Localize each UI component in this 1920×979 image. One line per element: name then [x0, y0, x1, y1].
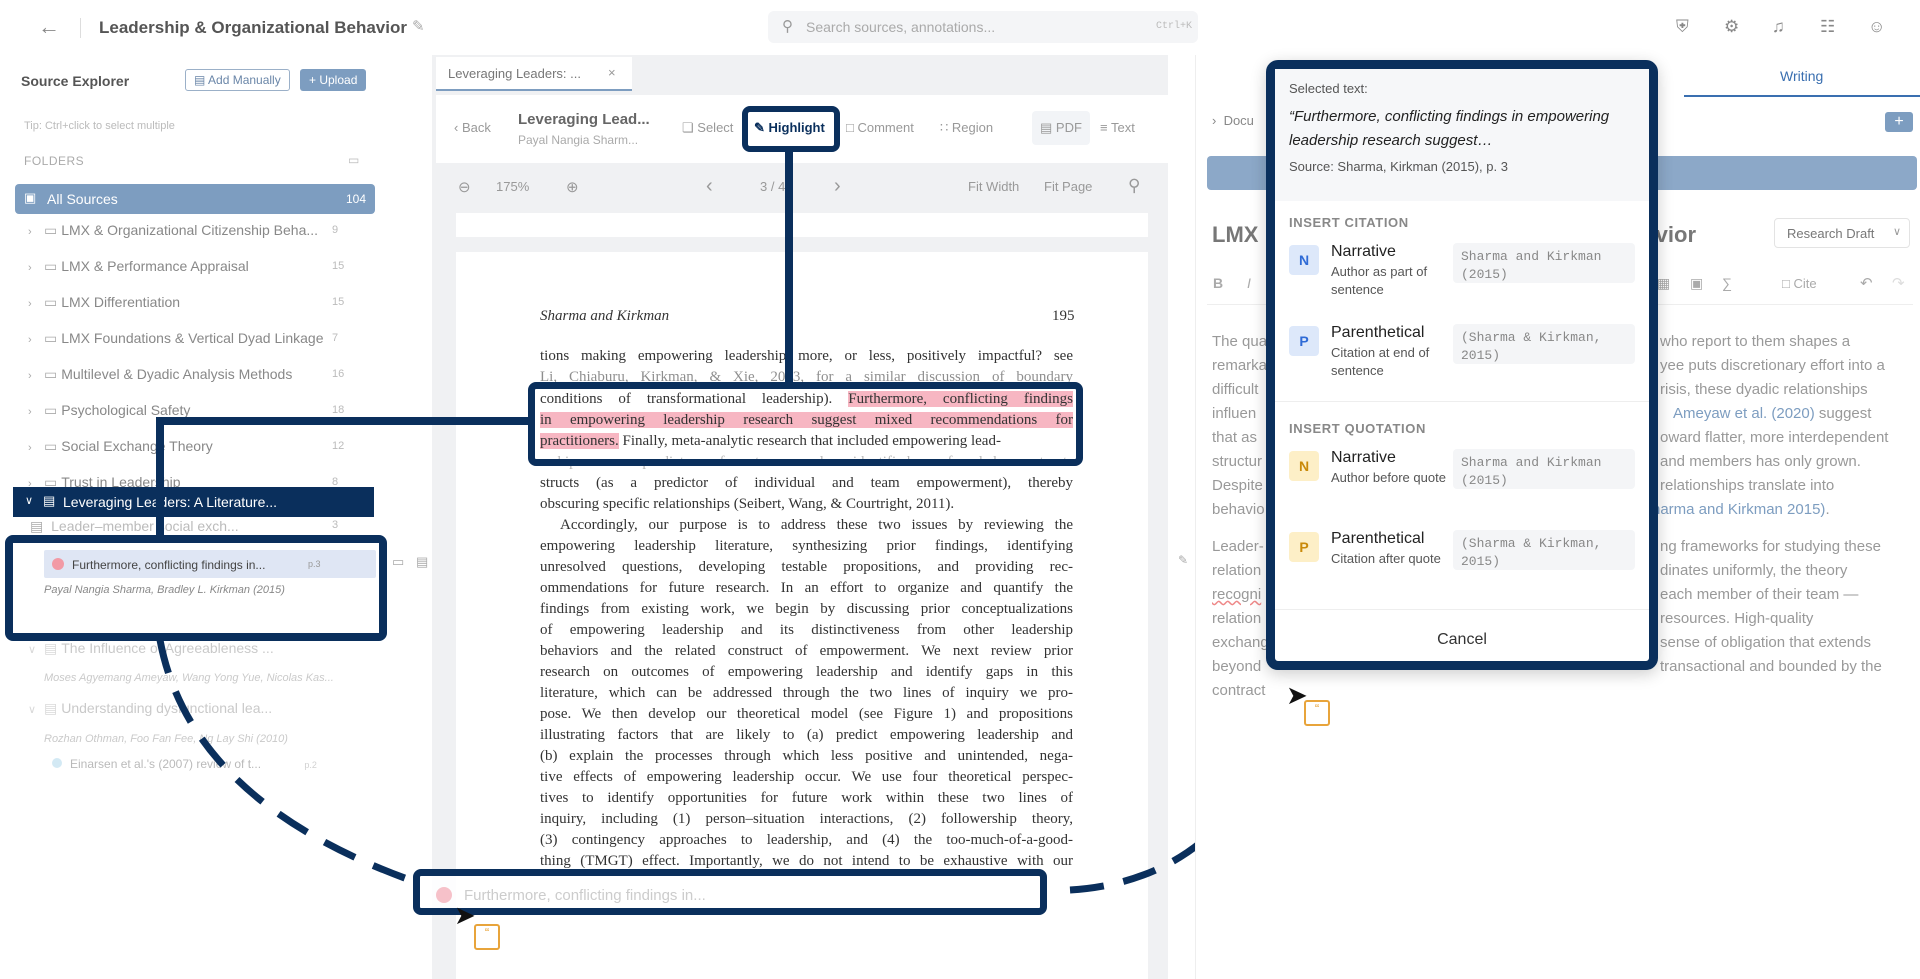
quote-drop-icon: “ — [1304, 700, 1330, 726]
cite-label: Cite — [1793, 276, 1817, 291]
sigma-icon[interactable]: ∑ — [1722, 275, 1732, 291]
editor-text-start[interactable]: structur — [1212, 450, 1262, 474]
citation-option-narrative[interactable]: N Narrative Author as part of sentence Shar… — [1275, 235, 1649, 309]
text-span: . — [1825, 501, 1830, 518]
editor-text-end[interactable]: and members has only grown. — [1660, 450, 1861, 474]
draft-status-value: Research Draft — [1787, 226, 1875, 241]
citation-link[interactable]: Ameyaw et al. (2020) — [1673, 405, 1815, 422]
redo-icon[interactable]: ↷ — [1892, 274, 1905, 292]
text-span: resources. High-quality — [1660, 610, 1814, 627]
option-description: Author as part of sentence — [1331, 264, 1428, 297]
option-name: Narrative — [1331, 449, 1396, 466]
bold-icon[interactable]: B — [1213, 275, 1223, 291]
documents-section[interactable]: › Docu — [1212, 113, 1254, 128]
edit-notes-icon[interactable]: ✎ — [1178, 553, 1188, 567]
text-span: and members has only grown. — [1660, 453, 1861, 470]
option-name: Narrative — [1331, 243, 1396, 260]
editor-text-start[interactable]: relation — [1212, 607, 1261, 631]
editor-text-end[interactable]: ng frameworks for studying these — [1660, 535, 1881, 559]
editor-text-end[interactable]: yee puts discretionary effort into a — [1660, 354, 1885, 378]
editor-text-start[interactable]: behavio — [1212, 498, 1265, 522]
cite-icon: □ — [1782, 276, 1794, 291]
editor-text-end[interactable]: harma and Kirkman 2015). — [1652, 498, 1830, 522]
text-span: yee puts discretionary effort into a — [1660, 357, 1885, 374]
text-span: sense of obligation that extends — [1660, 634, 1871, 651]
editor-text-end[interactable]: Ameyaw et al. (2020) suggest — [1673, 402, 1871, 426]
option-example: Sharma and Kirkman (2015) — [1453, 449, 1635, 489]
option-badge: P — [1289, 532, 1319, 562]
quotation-option-narrative[interactable]: N Narrative Author before quote Sharma and … — [1275, 441, 1649, 515]
text-span: each member of their team — — [1660, 586, 1859, 603]
text-span: oward flatter, more interdependent — [1660, 429, 1889, 446]
panel-divider — [1195, 55, 1196, 979]
selected-text-label: Selected text: — [1289, 81, 1368, 96]
option-description: Author before quote — [1331, 470, 1446, 485]
editor-text-start[interactable]: Leader- — [1212, 535, 1264, 559]
editor-text-start[interactable]: influen — [1212, 402, 1256, 426]
chevron-right-icon: › — [1212, 113, 1224, 128]
table-icon[interactable]: ▦ — [1657, 275, 1670, 292]
draft-status-select[interactable]: Research Draft ∨ — [1774, 218, 1910, 248]
cite-button[interactable]: □ Cite — [1782, 276, 1817, 291]
editor-text-start[interactable]: relation — [1212, 559, 1261, 583]
editor-text-end[interactable]: who report to them shapes a — [1660, 330, 1850, 354]
option-description: Citation after quote — [1331, 551, 1441, 566]
editor-text-start[interactable]: that as — [1212, 426, 1257, 450]
editor-text-start[interactable]: exchang — [1212, 631, 1269, 655]
editor-text-start[interactable]: beyond — [1212, 655, 1261, 679]
citation-option-parenthetical[interactable]: P Parenthetical Citation at end of sentenc… — [1275, 316, 1649, 390]
option-description: Citation at end of sentence — [1331, 345, 1430, 378]
quotation-option-parenthetical[interactable]: P Parenthetical Citation after quote (Sharm… — [1275, 522, 1649, 596]
editor-text-end[interactable]: resources. High-quality — [1660, 607, 1813, 631]
editor-text-end[interactable]: sense of obligation that extends — [1660, 631, 1871, 655]
text-span: suggest — [1814, 405, 1872, 422]
cancel-button[interactable]: Cancel — [1275, 631, 1649, 649]
image-icon[interactable]: ▣ — [1690, 275, 1703, 292]
text-span: who report to them shapes a — [1660, 333, 1851, 350]
selected-source: Source: Sharma, Kirkman (2015), p. 3 — [1289, 159, 1508, 174]
selected-quote: “Furthermore, conflicting findings in em… — [1289, 108, 1610, 149]
italic-icon[interactable]: I — [1247, 275, 1251, 291]
text-span: transactional and bounded by the — [1660, 658, 1882, 675]
option-example: Sharma and Kirkman (2015) — [1453, 243, 1635, 283]
option-name: Parenthetical — [1331, 324, 1425, 341]
editor-text-start[interactable]: Despite — [1212, 474, 1263, 498]
text-span: dinates uniformly, the theory — [1660, 562, 1848, 579]
tab-writing[interactable]: Writing — [1684, 57, 1920, 97]
insert-citation-header: INSERT CITATION — [1289, 215, 1409, 230]
documents-label: Docu — [1223, 113, 1254, 128]
editor-text-end[interactable]: transactional and bounded by the — [1660, 655, 1882, 679]
editor-text-start[interactable]: contract — [1212, 679, 1265, 703]
insert-quotation-header: INSERT QUOTATION — [1289, 421, 1426, 436]
editor-text-end[interactable]: relationships translate into — [1660, 474, 1834, 498]
editor-text-end[interactable]: dinates uniformly, the theory — [1660, 559, 1847, 583]
option-example: (Sharma & Kirkman, 2015) — [1453, 530, 1635, 570]
text-span: relationships translate into — [1660, 477, 1835, 494]
editor-text-start[interactable]: recogni — [1212, 583, 1261, 607]
option-example: (Sharma & Kirkman, 2015) — [1453, 324, 1635, 364]
writing-tab-label: Writing — [1780, 68, 1824, 84]
document-title[interactable]: LMX — [1212, 222, 1258, 248]
drag-path-left — [156, 639, 412, 884]
citation-link[interactable]: harma and Kirkman 2015) — [1652, 501, 1825, 518]
editor-text-end[interactable]: risis, these dyadic relationships — [1660, 378, 1868, 402]
new-document-button[interactable]: + — [1885, 112, 1913, 132]
citation-popover: Selected text: “Furthermore, conflicting… — [1266, 60, 1658, 670]
editor-text-start[interactable]: difficult — [1212, 378, 1258, 402]
divider — [1275, 609, 1649, 610]
editor-text-start[interactable]: remarka — [1212, 354, 1267, 378]
editor-text-end[interactable]: each member of their team — — [1660, 583, 1858, 607]
text-span: risis, these dyadic relationships — [1660, 381, 1868, 398]
chevron-down-icon: ∨ — [1893, 226, 1902, 238]
option-name: Parenthetical — [1331, 530, 1425, 547]
text-span: ng frameworks for studying these — [1660, 538, 1881, 555]
option-badge: P — [1289, 326, 1319, 356]
option-badge: N — [1289, 451, 1319, 481]
editor-text-end[interactable]: oward flatter, more interdependent — [1660, 426, 1888, 450]
editor-text-start[interactable]: The qua — [1212, 330, 1267, 354]
divider — [1275, 401, 1649, 402]
option-badge: N — [1289, 245, 1319, 275]
undo-icon[interactable]: ↶ — [1860, 274, 1873, 292]
